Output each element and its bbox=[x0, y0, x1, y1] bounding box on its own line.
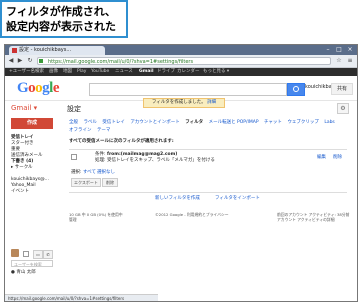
create-filter-link[interactable]: 新しいフィルタを作成 bbox=[155, 196, 200, 202]
minimize-icon[interactable]: – bbox=[323, 46, 333, 54]
settings-tabs-row2: オフライン テーマ bbox=[69, 127, 353, 135]
address-bar[interactable]: https://mail.google.com/mail/u/0/?shva=1… bbox=[37, 57, 331, 65]
select-label: 選択: bbox=[71, 170, 82, 175]
gbar-item[interactable]: ニュース bbox=[115, 68, 133, 76]
notification-bar: フィルタを作成しました。 詳細 bbox=[143, 98, 225, 108]
export-button[interactable]: エクスポート bbox=[71, 178, 101, 187]
back-icon[interactable]: ◀ bbox=[7, 57, 15, 65]
sidebar-item-circles[interactable]: ▸ サークル bbox=[11, 165, 33, 171]
url-text: https://mail.google.com/mail/u/0/?shva=1… bbox=[48, 59, 194, 65]
select-none-link[interactable]: 選択なし bbox=[97, 170, 115, 176]
gmail-menu[interactable]: Gmail ▾ bbox=[11, 104, 37, 112]
phone-icon[interactable]: ✆ bbox=[43, 250, 53, 259]
forward-icon[interactable]: ▶ bbox=[16, 57, 24, 65]
google-bar: +ユーザー名 検索 画像 地図 Play YouTube ニュース Gmail … bbox=[5, 68, 357, 76]
avatar[interactable] bbox=[11, 249, 19, 257]
gbar-item[interactable]: 検索 bbox=[35, 68, 44, 76]
star-icon[interactable]: ☆ bbox=[335, 57, 343, 65]
filter-checkbox[interactable] bbox=[71, 154, 77, 160]
page-title: 設定 bbox=[67, 105, 81, 113]
gbar-item[interactable]: カレンダー bbox=[177, 68, 200, 76]
callout-box: フィルタが作成され、 設定内容が表示された bbox=[0, 0, 128, 38]
gbar-item[interactable]: ドライブ bbox=[157, 68, 175, 76]
search-button[interactable] bbox=[287, 83, 305, 96]
filter-row: 条件: from:(mailmag@mag2.com) 処理: 受信トレイをスキ… bbox=[69, 149, 347, 193]
manage-link[interactable]: 管理 bbox=[69, 217, 77, 222]
gbar-item[interactable]: 地図 bbox=[63, 68, 72, 76]
action-label: 処理: bbox=[95, 158, 106, 163]
navigation-bar: ◀ ▶ ↻ https://mail.google.com/mail/u/0/?… bbox=[5, 55, 357, 68]
delete-button[interactable]: 削除 bbox=[102, 178, 118, 187]
browser-tab[interactable]: 設定 - kouichikbays... bbox=[9, 46, 105, 55]
notification-text: フィルタを作成しました。 bbox=[151, 100, 206, 105]
settings-tabs: 全般 ラベル 受信トレイ アカウントとインポート フィルタ メール転送と POP… bbox=[69, 119, 353, 127]
share-button[interactable]: 共有 bbox=[331, 83, 353, 95]
close-icon[interactable]: × bbox=[345, 46, 355, 54]
tab-forwarding[interactable]: メール転送と POP/IMAP bbox=[209, 120, 259, 125]
callout-line-1: フィルタが作成され、 bbox=[6, 5, 116, 18]
activity-details-link[interactable]: アカウント アクティビティの詳細 bbox=[277, 217, 335, 222]
gbar-item[interactable]: +ユーザー名 bbox=[9, 68, 35, 76]
reload-icon[interactable]: ↻ bbox=[26, 57, 34, 65]
gbar-item[interactable]: Play bbox=[77, 68, 86, 76]
video-icon[interactable]: ▭ bbox=[33, 250, 43, 259]
maximize-icon[interactable]: □ bbox=[334, 46, 344, 54]
browser-window: 設定 - kouichikbays... – □ × ◀ ▶ ↻ https:/… bbox=[4, 44, 358, 302]
tab-general[interactable]: 全般 bbox=[69, 120, 78, 125]
copyright: ©2012 Google - 利用規約とプライバシー bbox=[155, 212, 229, 217]
wrench-icon[interactable]: ≡ bbox=[346, 57, 354, 65]
callout-line-2: 設定内容が表示された bbox=[6, 20, 116, 33]
gbar-item[interactable]: もっと見る ▾ bbox=[203, 68, 229, 76]
chat-status-icon[interactable] bbox=[23, 251, 29, 257]
tab-web-clips[interactable]: ウェブクリップ bbox=[287, 120, 319, 125]
filters-heading: すべての受信メールに次のフィルタが適用されます: bbox=[69, 139, 174, 144]
search-input[interactable] bbox=[89, 83, 287, 96]
tab-accounts[interactable]: アカウントとインポート bbox=[130, 120, 180, 125]
delete-link[interactable]: 削除 bbox=[333, 155, 342, 161]
status-bar: https://mail.google.com/mail/u/0/?shva=1… bbox=[5, 294, 158, 301]
select-all-link[interactable]: すべて bbox=[83, 170, 96, 176]
tab-labs[interactable]: Labs bbox=[324, 120, 334, 125]
edit-link[interactable]: 編集 bbox=[317, 155, 326, 161]
tab-title: 設定 - kouichikbays... bbox=[19, 47, 72, 53]
compose-button[interactable]: 作成 bbox=[11, 118, 53, 129]
notification-link[interactable]: 詳細 bbox=[207, 100, 216, 105]
tab-filters[interactable]: フィルタ bbox=[185, 120, 203, 125]
gmail-favicon-icon bbox=[12, 48, 17, 53]
tab-bar: 設定 - kouichikbays... – □ × bbox=[5, 45, 357, 55]
gbar-item[interactable]: YouTube bbox=[91, 68, 109, 76]
lock-icon bbox=[39, 59, 43, 63]
chat-contact[interactable]: ● 青山 太郎 bbox=[11, 270, 36, 276]
sidebar-item-label[interactable]: イベント bbox=[11, 189, 29, 195]
storage-usage: 10 GB 中 0 GB (0%) を使用中 bbox=[69, 212, 123, 217]
action-value: 受信トレイをスキップ、ラベル「メルマガ」を付ける bbox=[107, 158, 215, 163]
tab-labels[interactable]: ラベル bbox=[83, 120, 97, 125]
google-logo[interactable]: Google bbox=[17, 80, 60, 97]
tab-themes[interactable]: テーマ bbox=[97, 128, 111, 133]
import-filter-link[interactable]: フィルタをインポート bbox=[215, 196, 260, 202]
people-search-input[interactable]: ユーザーを検索 bbox=[11, 260, 53, 267]
gbar-item-gmail[interactable]: Gmail bbox=[139, 68, 154, 76]
tab-chat[interactable]: チャット bbox=[264, 120, 282, 125]
tab-offline[interactable]: オフライン bbox=[69, 128, 92, 133]
gear-icon[interactable]: ⚙ bbox=[337, 103, 349, 114]
gbar-item[interactable]: 画像 bbox=[49, 68, 58, 76]
tab-inbox[interactable]: 受信トレイ bbox=[102, 120, 125, 125]
